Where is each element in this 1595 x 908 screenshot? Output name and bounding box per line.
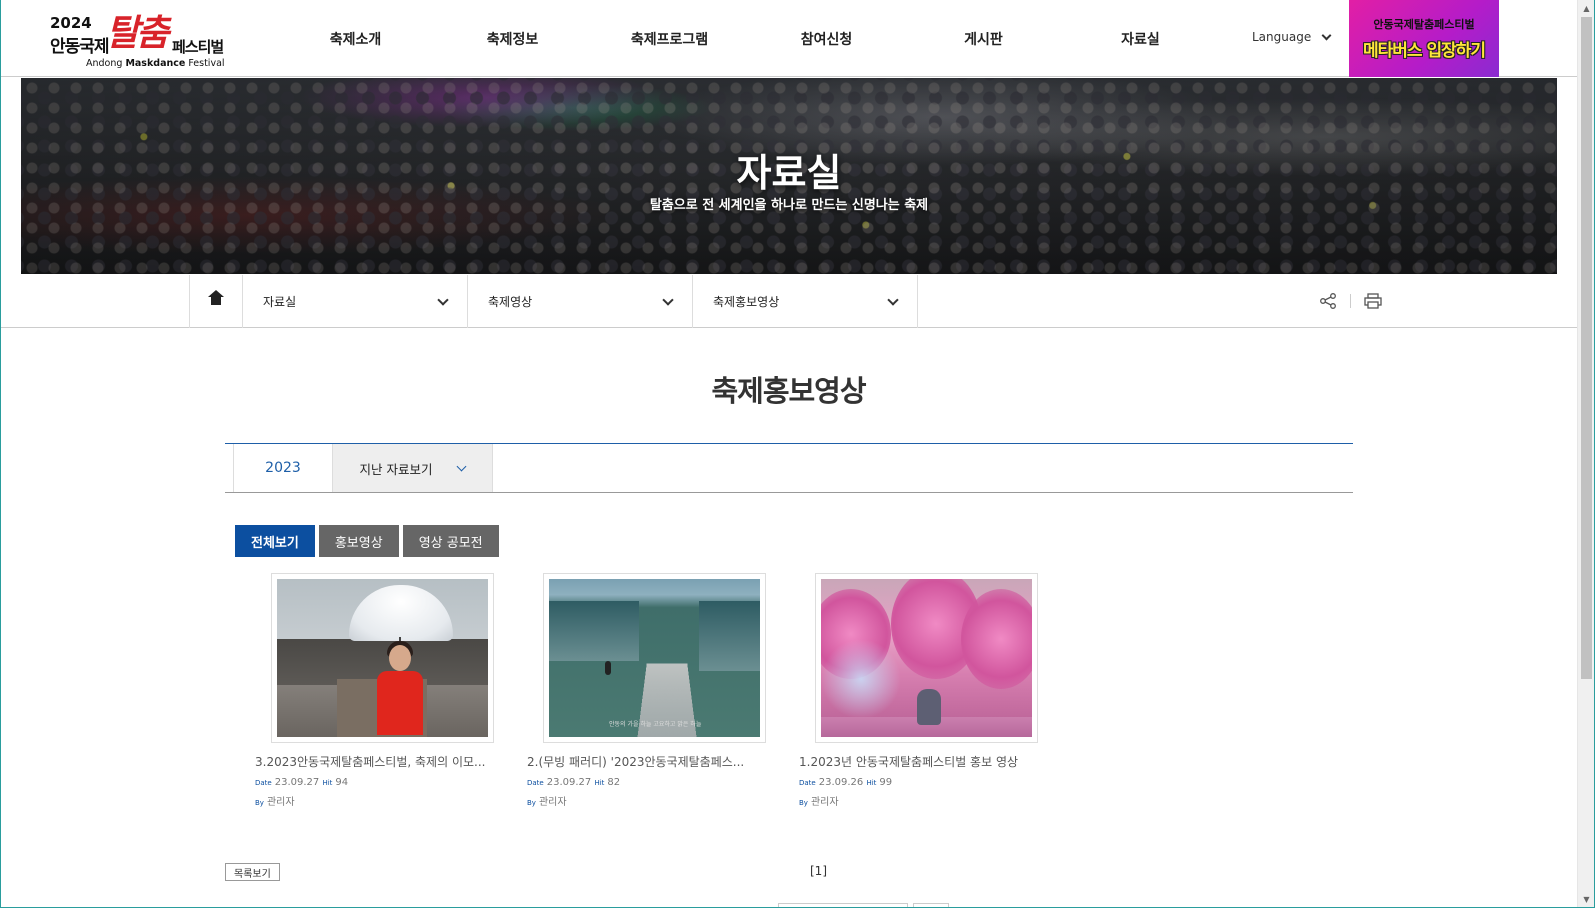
video-thumbnail-image [821, 579, 1032, 737]
main-nav: 축제소개 축제정보 축제프로그램 참여신청 게시판 자료실 [277, 0, 1219, 77]
nav-item-festival-info[interactable]: 축제정보 [434, 0, 591, 77]
metaverse-banner-line1: 안동국제탈춤페스티벌 [1373, 18, 1475, 31]
video-thumbnail-image [277, 579, 488, 737]
video-title[interactable]: 1.2023년 안동국제탈춤페스티벌 홍보 영상 [799, 753, 1039, 770]
video-meta-date-hit: Date 23.09.27 Hit 94 [255, 777, 349, 788]
language-select[interactable]: Language [1252, 30, 1332, 44]
category-all-button[interactable]: 전체보기 [235, 525, 315, 557]
tools-divider [1350, 294, 1351, 308]
location-dropdown-promo-video[interactable]: 축제홍보영상 [693, 275, 918, 328]
chevron-down-icon [457, 461, 467, 471]
vertical-scrollbar[interactable]: ▲ ▼ [1577, 0, 1594, 908]
nav-item-board[interactable]: 게시판 [905, 0, 1062, 77]
search-button-edge[interactable] [913, 903, 949, 908]
nav-item-archive[interactable]: 자료실 [1062, 0, 1219, 77]
category-contest-button[interactable]: 영상 공모전 [402, 525, 499, 557]
print-icon[interactable] [1363, 291, 1383, 311]
location-dropdown-label: 축제영상 [488, 295, 533, 309]
video-meta-author: By 관리자 [799, 797, 839, 808]
hero-subtitle: 탈춤으로 전 세계인을 하나로 만드는 신명나는 축제 [649, 198, 929, 213]
share-icon[interactable] [1318, 291, 1338, 311]
logo-english: Andong Maskdance Festival [86, 58, 225, 69]
category-buttons: 전체보기 홍보영상 영상 공모전 [235, 525, 499, 557]
nav-item-festival-program[interactable]: 축제프로그램 [591, 0, 748, 77]
video-meta-author: By 관리자 [527, 797, 567, 808]
chevron-down-icon [887, 293, 899, 306]
metaverse-banner[interactable]: 안동국제탈춤페스티벌 메타버스 입장하기 [1349, 0, 1499, 77]
location-dropdown-festival-video[interactable]: 축제영상 [468, 275, 693, 328]
search-field-edge[interactable] [778, 903, 908, 908]
past-archive-label: 지난 자료보기 [359, 461, 433, 477]
chevron-down-icon [662, 293, 674, 306]
scroll-down-arrow-icon[interactable]: ▼ [1578, 891, 1595, 908]
video-thumbnail[interactable] [815, 573, 1038, 743]
logo-year: 2024 [50, 14, 92, 32]
chevron-down-icon [437, 293, 449, 306]
pagination-page-1[interactable]: [1] [810, 864, 827, 878]
video-thumbnail-caption: 안동의 가을 하늘 고요하고 맑은 하늘 [609, 721, 702, 728]
location-bar: 자료실 축제영상 축제홍보영상 [0, 275, 1577, 328]
location-dropdown-archive[interactable]: 자료실 [243, 275, 468, 328]
year-tab-current[interactable]: 2023 [233, 444, 333, 492]
video-title[interactable]: 2.(무빙 패러디) '2023안동국제탈춤페스... [527, 753, 767, 770]
logo-line2: 페스티벌 [172, 38, 224, 56]
video-thumbnail[interactable]: 안동의 가을 하늘 고요하고 맑은 하늘 [543, 573, 766, 743]
year-tabs: 2023 지난 자료보기 [225, 443, 1353, 493]
logo-line1: 안동국제 [50, 37, 110, 57]
hero-banner: 자료실 탈춤으로 전 세계인을 하나로 만드는 신명나는 축제 [21, 78, 1557, 274]
metaverse-banner-line2: 메타버스 입장하기 [1362, 41, 1486, 61]
past-archive-dropdown[interactable]: 지난 자료보기 [333, 444, 493, 492]
home-icon [208, 289, 224, 308]
page-tools [1318, 291, 1383, 311]
location-dropdown-label: 축제홍보영상 [713, 295, 780, 309]
video-meta-date-hit: Date 23.09.27 Hit 82 [527, 777, 621, 788]
scrollbar-thumb[interactable] [1581, 17, 1592, 679]
video-meta-date-hit: Date 23.09.26 Hit 99 [799, 777, 893, 788]
video-thumbnail[interactable] [271, 573, 494, 743]
page-title: 축제홍보영상 [711, 374, 866, 408]
chevron-down-icon [1321, 30, 1332, 40]
nav-item-festival-intro[interactable]: 축제소개 [277, 0, 434, 77]
nav-item-participation[interactable]: 참여신청 [748, 0, 905, 77]
category-promo-button[interactable]: 홍보영상 [318, 525, 399, 557]
video-thumbnail-image: 안동의 가을 하늘 고요하고 맑은 하늘 [549, 579, 760, 737]
hero-title: 자료실 [736, 151, 842, 195]
site-header: 2024 안동국제 탈춤 페스티벌 Andong Maskdance Festi… [0, 0, 1577, 77]
festival-logo[interactable]: 2024 안동국제 탈춤 페스티벌 Andong Maskdance Festi… [48, 6, 238, 72]
video-title[interactable]: 3.2023안동국제탈춤페스티벌, 축제의 이모... [255, 753, 495, 770]
home-button[interactable] [189, 275, 243, 328]
video-meta-author: By 관리자 [255, 797, 295, 808]
logo-big-text: 탈춤 [106, 12, 169, 54]
scroll-up-arrow-icon[interactable]: ▲ [1578, 0, 1595, 17]
list-view-button[interactable]: 목록보기 [225, 863, 280, 881]
language-label: Language [1252, 30, 1312, 44]
location-dropdown-label: 자료실 [263, 295, 297, 309]
